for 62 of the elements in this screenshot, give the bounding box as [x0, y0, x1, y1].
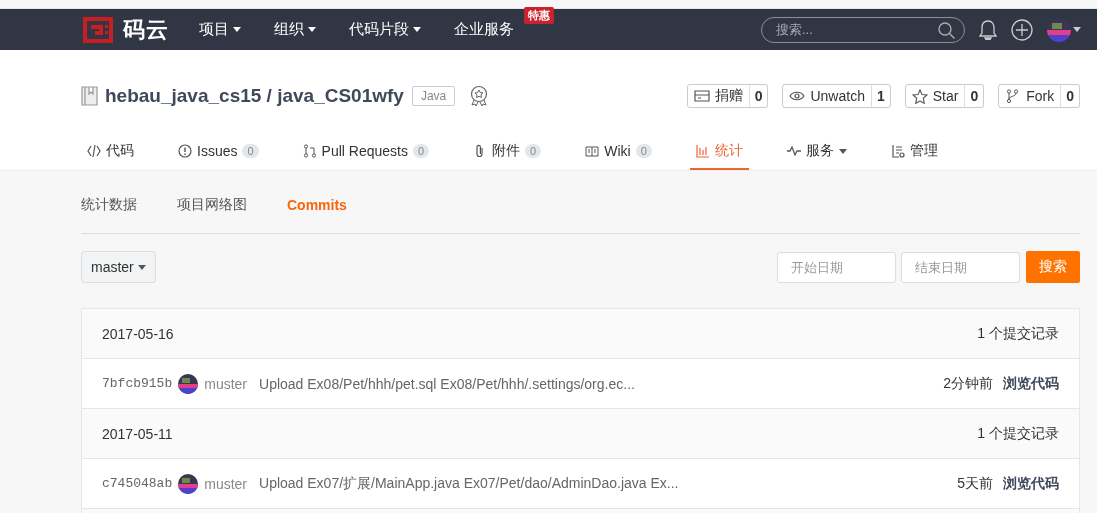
search-field[interactable]: 搜索... — [761, 16, 965, 43]
fork-button[interactable]: Fork 0 — [998, 84, 1080, 108]
commit-count: 1 个提交记录 — [977, 324, 1059, 343]
author-name[interactable]: muster — [204, 475, 247, 492]
repo-tab[interactable]: Wiki 0 — [579, 134, 658, 170]
avatar-icon — [178, 373, 199, 394]
search-icon — [938, 21, 955, 39]
repo-tab[interactable]: 代码 — [81, 134, 140, 170]
nav-menu-item[interactable]: 项目 — [199, 20, 241, 39]
stats-tab[interactable]: 统计数据 — [81, 196, 137, 214]
nav-menu-item[interactable]: 代码片段 — [349, 20, 421, 39]
promo-badge: 特惠 — [524, 7, 554, 24]
commit-message[interactable]: Upload Ex08/Pet/hhh/pet.sql Ex08/Pet/hhh/.settings/org.ec... — [259, 375, 635, 392]
count-badge: 0 — [413, 144, 430, 158]
repo-title[interactable]: hebau_java_cs15 / java_CS01wfy — [105, 85, 404, 107]
nav-menu-item[interactable]: 组织 — [274, 20, 316, 39]
commit-count: 1 个提交记录 — [977, 424, 1059, 443]
star-icon — [911, 88, 928, 104]
commit-hash-link[interactable]: 7bfcb915b — [102, 376, 173, 391]
tab-icon — [890, 144, 905, 158]
logo-text[interactable]: 码云 — [123, 14, 169, 45]
tab-icon — [786, 144, 801, 158]
award-icon — [469, 85, 490, 107]
caret-icon — [1073, 27, 1081, 32]
repo-tab[interactable]: 服务 — [780, 134, 853, 170]
donate-icon — [693, 88, 710, 104]
browse-code-link[interactable]: 浏览代码 — [1003, 474, 1059, 493]
browse-code-link[interactable]: 浏览代码 — [1003, 374, 1059, 393]
caret-icon — [137, 264, 146, 270]
plus-icon[interactable] — [1011, 18, 1033, 41]
commit-hash-link[interactable]: c745048ab — [102, 476, 173, 491]
count-badge: 0 — [525, 144, 542, 158]
stats-tab[interactable]: 项目网络图 — [177, 196, 247, 214]
repo-tab[interactable]: 管理 — [884, 134, 944, 170]
commit-date: 2017-05-11 — [102, 425, 173, 442]
tab-icon — [695, 144, 710, 158]
end-date-field[interactable]: 结束日期 — [901, 251, 1020, 283]
branch-dropdown[interactable]: master — [81, 251, 156, 283]
repo-tab[interactable]: 附件 0 — [467, 134, 548, 170]
count-badge: 0 — [635, 144, 652, 158]
start-date-field[interactable]: 开始日期 — [777, 251, 896, 283]
count-badge: 0 — [242, 144, 259, 158]
tab-icon — [302, 144, 317, 158]
commit-message[interactable]: Upload Ex07/扩展/MainApp.java Ex07/Pet/dao/AdminDao.java Ex... — [259, 474, 679, 493]
tab-icon — [585, 144, 600, 158]
star-button[interactable]: Star 0 — [904, 84, 985, 108]
donate-button[interactable]: 捐赠 0 — [686, 84, 769, 108]
commit-date: 2017-05-16 — [102, 325, 174, 342]
repo-tab[interactable]: Issues 0 — [172, 134, 265, 170]
watch-button[interactable]: Unwatch 1 — [782, 84, 891, 108]
commit-time: 2分钟前 — [943, 374, 993, 393]
tab-icon — [87, 144, 101, 158]
tab-icon — [178, 144, 192, 158]
avatar-icon — [178, 473, 199, 494]
language-tag[interactable]: Java — [411, 86, 456, 106]
author-name[interactable]: muster — [204, 375, 247, 392]
bell-icon[interactable] — [979, 19, 997, 40]
repo-tab[interactable]: Pull Requests 0 — [296, 134, 436, 170]
commit-time: 5天前 — [957, 474, 993, 493]
repo-book-icon — [81, 86, 99, 106]
logo-icon — [81, 14, 115, 45]
avatar-icon[interactable] — [1047, 17, 1071, 42]
